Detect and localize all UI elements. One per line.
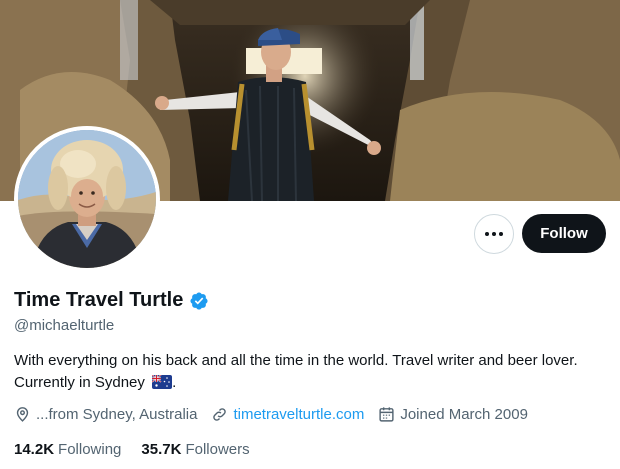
- more-horizontal-icon: [485, 232, 503, 236]
- australia-flag-icon: [152, 375, 173, 389]
- following-label: Following: [58, 441, 122, 458]
- name-row: Time Travel Turtle: [14, 289, 209, 312]
- user-handle: @michaelturtle: [14, 317, 115, 334]
- verified-badge-icon: [190, 291, 208, 310]
- profile-meta: ...from Sydney, Australia timetravelturt…: [14, 406, 542, 423]
- bio-line-1: With everything on his back and all the …: [14, 352, 578, 369]
- link-icon: [213, 408, 227, 421]
- joined-text: Joined March 2009: [400, 406, 528, 423]
- meta-website: timetravelturtle.com: [211, 406, 364, 423]
- followers-label: Followers: [185, 441, 250, 458]
- bio-line-2-text: Currently in Sydney: [14, 374, 145, 391]
- followers-stat[interactable]: 35.7K Followers: [141, 441, 249, 458]
- following-count: 14.2K: [14, 441, 55, 458]
- followers-count: 35.7K: [141, 441, 182, 458]
- more-options-button[interactable]: [474, 214, 514, 254]
- profile-stats: 14.2K Following 35.7K Followers: [14, 441, 270, 458]
- location-text: ...from Sydney, Australia: [36, 406, 198, 423]
- following-stat[interactable]: 14.2K Following: [14, 441, 121, 458]
- meta-joined: Joined March 2009: [378, 406, 528, 423]
- meta-location: ...from Sydney, Australia: [14, 406, 197, 423]
- display-name: Time Travel Turtle: [14, 289, 184, 311]
- website-link[interactable]: timetravelturtle.com: [233, 406, 364, 423]
- location-pin-icon: [16, 407, 29, 422]
- bio-line-2: Currently in Sydney .: [14, 374, 177, 391]
- calendar-icon: [379, 407, 394, 422]
- profile-avatar[interactable]: [14, 126, 160, 272]
- profile-bio: With everything on his back and all the …: [14, 350, 614, 394]
- follow-button[interactable]: Follow: [522, 214, 606, 253]
